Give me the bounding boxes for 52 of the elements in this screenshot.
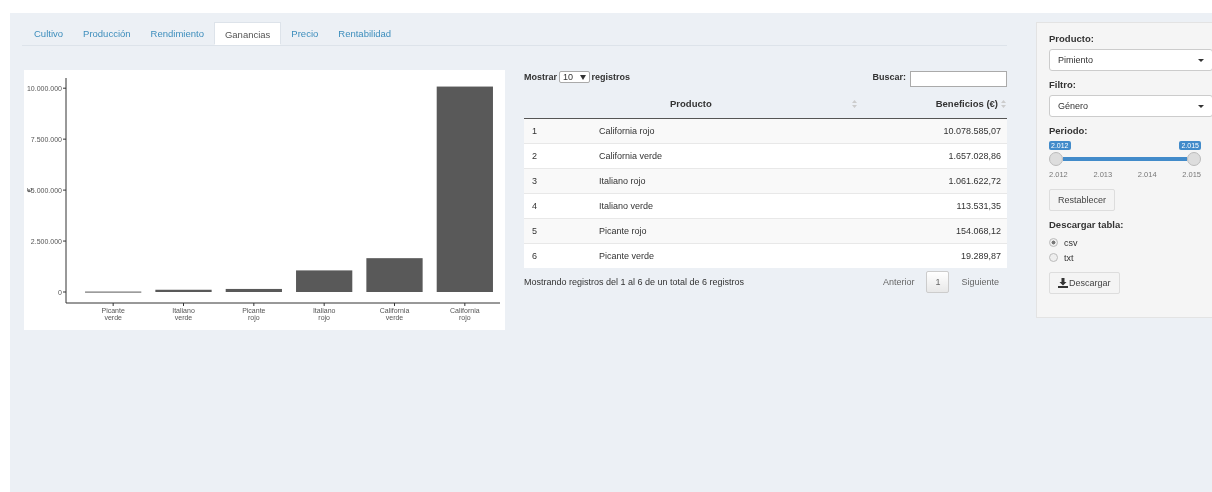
- table-cell: 154.068,12: [918, 218, 1007, 244]
- table-cell: Picante verde: [593, 243, 919, 268]
- radio-button[interactable]: [1049, 253, 1058, 262]
- bar: [155, 289, 212, 292]
- sort-icon: [851, 100, 857, 109]
- table-cell: 19.289,87: [918, 243, 1007, 268]
- search-field[interactable]: [910, 71, 1007, 87]
- table-cell: 6: [524, 243, 593, 268]
- product-select[interactable]: Pimiento: [1049, 49, 1212, 71]
- table-cell: Italiano verde: [593, 193, 919, 219]
- table-cell: 4: [524, 193, 593, 219]
- table-cell: 2: [524, 143, 593, 169]
- table-cell: 1: [524, 118, 593, 144]
- table-cell: Italiano rojo: [593, 168, 919, 194]
- reset-button[interactable]: Restablecer: [1049, 189, 1116, 211]
- field-label: Descargar tabla:: [1049, 219, 1125, 230]
- table-cell: California rojo: [593, 118, 919, 144]
- field-label: Producto:: [1049, 33, 1095, 44]
- table-info: Mostrando registros del 1 al 6 de un total de 6 registros: [524, 277, 745, 287]
- download-icon: [1058, 278, 1068, 288]
- bar: [296, 270, 353, 292]
- tab[interactable]: Ganancias: [213, 22, 282, 45]
- field-label: Periodo:: [1049, 125, 1089, 136]
- search-label: Buscar:: [872, 72, 906, 82]
- slider-handle[interactable]: [1049, 152, 1063, 166]
- table-cell: 10.078.585,07: [918, 118, 1007, 144]
- sort-icon: [1001, 100, 1006, 109]
- column-header[interactable]: Producto: [670, 98, 712, 109]
- field-label: Filtro:: [1049, 79, 1077, 90]
- previous-link[interactable]: Anterior: [874, 272, 923, 292]
- bar: [225, 288, 282, 292]
- radio-label: txt: [1064, 252, 1074, 263]
- length-label: registros: [591, 72, 631, 82]
- bar: [366, 258, 423, 292]
- table-cell: California verde: [593, 143, 919, 169]
- caret-icon: [579, 75, 586, 80]
- download-button[interactable]: Descargar: [1049, 272, 1120, 294]
- table-cell: 3: [524, 168, 593, 194]
- table-cell: 1.061.622,72: [918, 168, 1007, 194]
- page-button[interactable]: 1: [926, 271, 950, 293]
- table-cell: Picante rojo: [593, 218, 919, 244]
- column-header[interactable]: Beneficios (€): [935, 98, 998, 109]
- table-cell: 1.657.028,86: [918, 143, 1007, 169]
- page-length-select[interactable]: 10: [559, 71, 590, 83]
- table-cell: 113.531,35: [918, 193, 1007, 219]
- filter-select[interactable]: Género: [1049, 95, 1212, 117]
- radio-button[interactable]: [1049, 238, 1058, 247]
- next-link[interactable]: Siguiente: [953, 272, 1007, 292]
- table-cell: 5: [524, 218, 593, 244]
- radio-label: csv: [1064, 237, 1078, 248]
- length-label: Mostrar: [524, 72, 557, 82]
- slider-handle[interactable]: [1187, 152, 1201, 166]
